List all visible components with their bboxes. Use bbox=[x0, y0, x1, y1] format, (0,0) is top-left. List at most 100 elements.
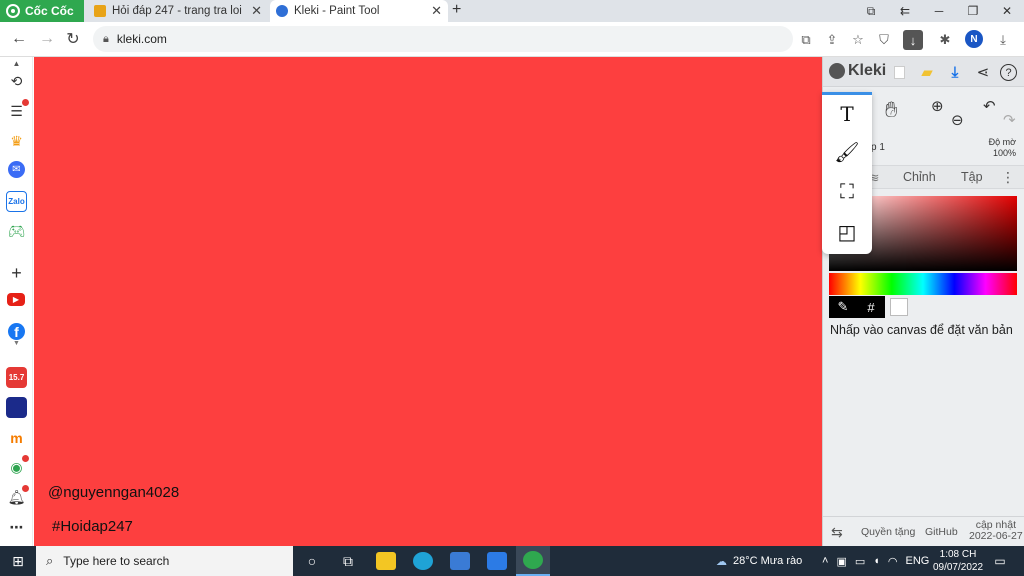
redo-icon[interactable]: ↷ bbox=[1003, 111, 1016, 129]
youtube-icon[interactable]: ▶ bbox=[7, 293, 25, 306]
hex-input-button[interactable]: # bbox=[857, 296, 885, 318]
reload-icon[interactable]: ↻ bbox=[62, 29, 84, 49]
screenshot-icon[interactable]: ⧉ bbox=[854, 0, 888, 22]
paint-bucket-icon[interactable]: ⛶ bbox=[822, 172, 872, 212]
url-field[interactable]: 🔒︎ kleki.com bbox=[93, 26, 793, 52]
save-download-icon[interactable]: ⤓ bbox=[945, 62, 965, 82]
translate-icon[interactable]: ⧉ bbox=[796, 30, 816, 50]
share-icon[interactable]: ⇪ bbox=[822, 30, 842, 50]
current-color-swatch[interactable] bbox=[890, 298, 908, 316]
tray-chevron-icon[interactable]: ˄ bbox=[822, 555, 828, 567]
avatar[interactable]: N bbox=[965, 30, 983, 48]
undo-icon[interactable]: ↶ bbox=[983, 97, 996, 115]
text-tool-button[interactable]: T bbox=[822, 92, 872, 132]
mart-icon[interactable]: m bbox=[6, 427, 27, 448]
swap-side-icon[interactable]: ⇆ bbox=[831, 524, 843, 541]
address-bar: ← → ↻ 🔒︎ kleki.com ⧉ ⇪ ☆ ⛉ ↓ ✱ N ⤓ bbox=[0, 22, 1024, 57]
system-tray: ˄ ▣ ▭ ◖ ◠ ENG bbox=[822, 546, 929, 576]
share-icon[interactable]: ⋖ bbox=[973, 62, 993, 82]
crown-icon[interactable]: ♛ bbox=[6, 131, 27, 152]
opacity-readout: Độ mờ 100% bbox=[989, 137, 1016, 159]
close-tab-icon[interactable]: ✕ bbox=[251, 3, 262, 19]
game-icon[interactable]: 🎮︎ bbox=[6, 221, 27, 242]
task-view-icon[interactable]: ⧉ bbox=[336, 546, 360, 576]
hand-tool-icon[interactable]: ✋︎ bbox=[885, 97, 898, 123]
battery-icon[interactable]: ▭ bbox=[855, 555, 865, 568]
coccoc-brand-button[interactable]: Cốc Cốc bbox=[0, 0, 84, 22]
history-icon[interactable]: ⟲ bbox=[6, 71, 27, 92]
tab-adjust[interactable]: Chỉnh bbox=[903, 170, 936, 184]
help-icon[interactable]: ? bbox=[1000, 64, 1017, 81]
extensions-puzzle-icon[interactable]: ✱ bbox=[935, 30, 955, 50]
coccoc-taskbar-icon[interactable] bbox=[516, 546, 550, 576]
download-box-icon[interactable]: ↓ bbox=[903, 30, 923, 50]
more-icon[interactable]: ⋯ bbox=[6, 517, 27, 538]
hoidap-favicon-icon bbox=[94, 5, 106, 17]
news-icon[interactable]: ☰ bbox=[6, 99, 29, 122]
brush-tool-icon[interactable]: 🖌︎ bbox=[822, 132, 872, 172]
volume-icon[interactable]: ◖ bbox=[873, 555, 880, 567]
messenger-icon[interactable]: ✉ bbox=[8, 161, 25, 178]
privacy-link[interactable]: Quyền tặng bbox=[861, 526, 915, 538]
forward-arrow-icon[interactable]: → bbox=[36, 29, 58, 49]
opacity-label: Độ mờ bbox=[988, 137, 1016, 147]
bell-icon[interactable]: 🔔︎ bbox=[6, 485, 29, 508]
weather-widget[interactable]: ☁ 28°C Mưa rào bbox=[716, 546, 802, 576]
downloads-icon[interactable]: ⤓ bbox=[993, 30, 1013, 50]
lock-icon: 🔒︎ bbox=[103, 32, 109, 45]
kleki-favicon-icon bbox=[276, 5, 288, 17]
edge-icon[interactable] bbox=[411, 546, 435, 576]
maximize-button[interactable]: ❐ bbox=[956, 0, 990, 22]
layer-name: p 1 bbox=[871, 142, 885, 153]
windows-start-icon[interactable]: ⊞ bbox=[8, 546, 28, 576]
meet-icon[interactable]: ▣ bbox=[836, 555, 846, 568]
shop-icon[interactable]: 15.7 bbox=[6, 367, 27, 388]
facebook-icon[interactable]: f bbox=[8, 323, 25, 340]
add-icon[interactable]: + bbox=[6, 263, 27, 284]
scroll-down-icon[interactable]: ▼ bbox=[6, 339, 27, 347]
notification-center-icon[interactable]: ▭ bbox=[990, 546, 1010, 576]
wifi-icon[interactable]: ◠ bbox=[888, 555, 898, 568]
store-icon[interactable] bbox=[448, 546, 472, 576]
drawing-canvas[interactable]: @nguyenngan4028 #Hoidap247 bbox=[34, 57, 822, 546]
updated-date: 2022-06-27 bbox=[969, 530, 1023, 542]
tab-file[interactable]: Tập bbox=[961, 170, 983, 184]
open-folder-icon[interactable]: ▰ bbox=[917, 62, 937, 82]
tab-title: Kleki - Paint Tool bbox=[294, 5, 380, 17]
new-image-icon[interactable] bbox=[889, 62, 909, 82]
tab-hoidap247[interactable]: Hỏi đáp 247 - trang tra loi ✕ bbox=[88, 0, 268, 22]
back-history-icon[interactable]: ⇇ bbox=[888, 0, 922, 22]
eyedropper-icon[interactable]: ✎ bbox=[829, 296, 857, 318]
language-indicator[interactable]: ENG bbox=[906, 555, 930, 567]
file-explorer-icon[interactable] bbox=[374, 546, 398, 576]
shape-tool-icon[interactable]: ◰ bbox=[822, 212, 872, 252]
back-arrow-icon[interactable]: ← bbox=[8, 29, 30, 49]
minimize-button[interactable]: ─ bbox=[922, 0, 956, 22]
zoom-in-icon[interactable]: ⊕ bbox=[931, 97, 944, 115]
chat-icon[interactable]: ◉ bbox=[6, 455, 29, 478]
scroll-up-icon[interactable]: ▲ bbox=[6, 59, 27, 68]
coccoc-logo-icon bbox=[6, 4, 20, 18]
tab-kleki[interactable]: Kleki - Paint Tool ✕ bbox=[270, 0, 448, 22]
close-window-button[interactable]: ✕ bbox=[990, 0, 1024, 22]
zoom-out-icon[interactable]: ⊖ bbox=[951, 111, 964, 129]
hue-slider[interactable] bbox=[829, 273, 1017, 295]
clock[interactable]: 1:08 CH 09/07/2022 bbox=[928, 548, 988, 574]
updated-info: cập nhật 2022-06-27 bbox=[969, 520, 1023, 542]
taskbar-search[interactable]: ⌕ Type here to search bbox=[36, 546, 293, 576]
game2-icon[interactable] bbox=[6, 397, 27, 418]
kebab-menu-icon[interactable]: ⋮ bbox=[1001, 169, 1015, 186]
shield-icon[interactable]: ⛉ bbox=[874, 30, 894, 50]
bookmark-star-icon[interactable]: ☆ bbox=[848, 30, 868, 50]
notification-dot bbox=[22, 99, 29, 106]
cortana-icon[interactable]: ○ bbox=[300, 546, 324, 576]
mail-icon[interactable] bbox=[485, 546, 509, 576]
github-link[interactable]: GitHub bbox=[925, 526, 958, 538]
clock-time: 1:08 CH bbox=[939, 549, 977, 560]
new-tab-button[interactable]: + bbox=[452, 1, 461, 19]
kleki-logo-icon bbox=[829, 63, 845, 79]
panel-footer: ⇆ Quyền tặng GitHub cập nhật 2022-06-27 bbox=[823, 516, 1024, 546]
kleki-logo[interactable]: Kleki bbox=[829, 62, 886, 80]
close-tab-icon[interactable]: ✕ bbox=[431, 3, 442, 19]
zalo-icon[interactable]: Zalo bbox=[6, 191, 27, 212]
